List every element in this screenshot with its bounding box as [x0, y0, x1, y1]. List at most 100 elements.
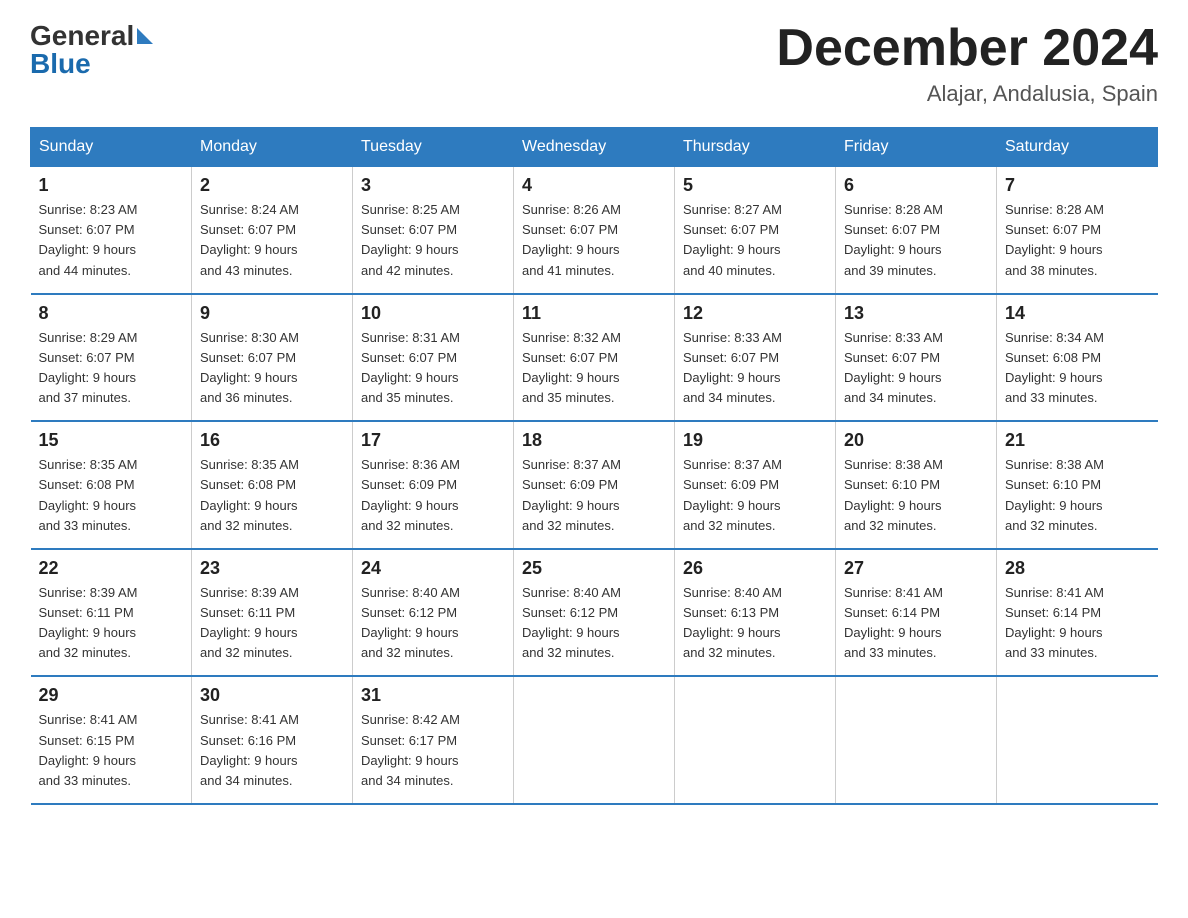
day-number: 18: [522, 430, 666, 451]
day-info: Sunrise: 8:42 AM Sunset: 6:17 PM Dayligh…: [361, 710, 505, 791]
calendar-cell: 10 Sunrise: 8:31 AM Sunset: 6:07 PM Dayl…: [353, 294, 514, 422]
day-number: 15: [39, 430, 184, 451]
day-number: 31: [361, 685, 505, 706]
calendar-cell: 25 Sunrise: 8:40 AM Sunset: 6:12 PM Dayl…: [514, 549, 675, 677]
weekday-header-sunday: Sunday: [31, 128, 192, 167]
day-number: 13: [844, 303, 988, 324]
month-title: December 2024: [776, 20, 1158, 77]
calendar-cell: 7 Sunrise: 8:28 AM Sunset: 6:07 PM Dayli…: [997, 167, 1158, 294]
calendar-cell: 18 Sunrise: 8:37 AM Sunset: 6:09 PM Dayl…: [514, 421, 675, 549]
day-info: Sunrise: 8:28 AM Sunset: 6:07 PM Dayligh…: [1005, 200, 1150, 281]
day-info: Sunrise: 8:41 AM Sunset: 6:14 PM Dayligh…: [1005, 583, 1150, 664]
day-number: 17: [361, 430, 505, 451]
calendar-cell: 9 Sunrise: 8:30 AM Sunset: 6:07 PM Dayli…: [192, 294, 353, 422]
calendar-cell: 15 Sunrise: 8:35 AM Sunset: 6:08 PM Dayl…: [31, 421, 192, 549]
day-number: 23: [200, 558, 344, 579]
day-number: 22: [39, 558, 184, 579]
day-number: 11: [522, 303, 666, 324]
calendar-cell: 1 Sunrise: 8:23 AM Sunset: 6:07 PM Dayli…: [31, 167, 192, 294]
week-row-5: 29 Sunrise: 8:41 AM Sunset: 6:15 PM Dayl…: [31, 676, 1158, 804]
day-info: Sunrise: 8:30 AM Sunset: 6:07 PM Dayligh…: [200, 328, 344, 409]
calendar-cell: 5 Sunrise: 8:27 AM Sunset: 6:07 PM Dayli…: [675, 167, 836, 294]
weekday-header-thursday: Thursday: [675, 128, 836, 167]
calendar-cell: 6 Sunrise: 8:28 AM Sunset: 6:07 PM Dayli…: [836, 167, 997, 294]
day-number: 21: [1005, 430, 1150, 451]
calendar-cell: 13 Sunrise: 8:33 AM Sunset: 6:07 PM Dayl…: [836, 294, 997, 422]
week-row-2: 8 Sunrise: 8:29 AM Sunset: 6:07 PM Dayli…: [31, 294, 1158, 422]
day-number: 2: [200, 175, 344, 196]
calendar-cell: 8 Sunrise: 8:29 AM Sunset: 6:07 PM Dayli…: [31, 294, 192, 422]
day-info: Sunrise: 8:38 AM Sunset: 6:10 PM Dayligh…: [1005, 455, 1150, 536]
weekday-header-row: SundayMondayTuesdayWednesdayThursdayFrid…: [31, 128, 1158, 167]
day-number: 4: [522, 175, 666, 196]
day-number: 16: [200, 430, 344, 451]
calendar-cell: 26 Sunrise: 8:40 AM Sunset: 6:13 PM Dayl…: [675, 549, 836, 677]
day-number: 3: [361, 175, 505, 196]
day-number: 9: [200, 303, 344, 324]
day-number: 1: [39, 175, 184, 196]
calendar-cell: [997, 676, 1158, 804]
calendar-cell: 14 Sunrise: 8:34 AM Sunset: 6:08 PM Dayl…: [997, 294, 1158, 422]
title-area: December 2024 Alajar, Andalusia, Spain: [776, 20, 1158, 107]
calendar-cell: 21 Sunrise: 8:38 AM Sunset: 6:10 PM Dayl…: [997, 421, 1158, 549]
weekday-header-saturday: Saturday: [997, 128, 1158, 167]
calendar-cell: 17 Sunrise: 8:36 AM Sunset: 6:09 PM Dayl…: [353, 421, 514, 549]
calendar-cell: 4 Sunrise: 8:26 AM Sunset: 6:07 PM Dayli…: [514, 167, 675, 294]
calendar-cell: 30 Sunrise: 8:41 AM Sunset: 6:16 PM Dayl…: [192, 676, 353, 804]
day-info: Sunrise: 8:26 AM Sunset: 6:07 PM Dayligh…: [522, 200, 666, 281]
day-number: 20: [844, 430, 988, 451]
calendar-cell: 27 Sunrise: 8:41 AM Sunset: 6:14 PM Dayl…: [836, 549, 997, 677]
day-info: Sunrise: 8:27 AM Sunset: 6:07 PM Dayligh…: [683, 200, 827, 281]
weekday-header-wednesday: Wednesday: [514, 128, 675, 167]
day-number: 27: [844, 558, 988, 579]
day-number: 8: [39, 303, 184, 324]
week-row-1: 1 Sunrise: 8:23 AM Sunset: 6:07 PM Dayli…: [31, 167, 1158, 294]
day-info: Sunrise: 8:33 AM Sunset: 6:07 PM Dayligh…: [683, 328, 827, 409]
day-info: Sunrise: 8:29 AM Sunset: 6:07 PM Dayligh…: [39, 328, 184, 409]
day-info: Sunrise: 8:38 AM Sunset: 6:10 PM Dayligh…: [844, 455, 988, 536]
day-number: 26: [683, 558, 827, 579]
day-number: 24: [361, 558, 505, 579]
calendar-cell: 22 Sunrise: 8:39 AM Sunset: 6:11 PM Dayl…: [31, 549, 192, 677]
day-number: 14: [1005, 303, 1150, 324]
day-info: Sunrise: 8:40 AM Sunset: 6:12 PM Dayligh…: [361, 583, 505, 664]
day-number: 7: [1005, 175, 1150, 196]
day-info: Sunrise: 8:37 AM Sunset: 6:09 PM Dayligh…: [522, 455, 666, 536]
day-info: Sunrise: 8:35 AM Sunset: 6:08 PM Dayligh…: [39, 455, 184, 536]
weekday-header-monday: Monday: [192, 128, 353, 167]
day-info: Sunrise: 8:28 AM Sunset: 6:07 PM Dayligh…: [844, 200, 988, 281]
calendar-cell: 12 Sunrise: 8:33 AM Sunset: 6:07 PM Dayl…: [675, 294, 836, 422]
day-info: Sunrise: 8:41 AM Sunset: 6:14 PM Dayligh…: [844, 583, 988, 664]
day-info: Sunrise: 8:41 AM Sunset: 6:16 PM Dayligh…: [200, 710, 344, 791]
week-row-4: 22 Sunrise: 8:39 AM Sunset: 6:11 PM Dayl…: [31, 549, 1158, 677]
calendar-cell: 19 Sunrise: 8:37 AM Sunset: 6:09 PM Dayl…: [675, 421, 836, 549]
weekday-header-tuesday: Tuesday: [353, 128, 514, 167]
day-info: Sunrise: 8:36 AM Sunset: 6:09 PM Dayligh…: [361, 455, 505, 536]
day-number: 19: [683, 430, 827, 451]
logo: General Blue: [30, 20, 153, 80]
calendar-cell: 29 Sunrise: 8:41 AM Sunset: 6:15 PM Dayl…: [31, 676, 192, 804]
weekday-header-friday: Friday: [836, 128, 997, 167]
day-info: Sunrise: 8:23 AM Sunset: 6:07 PM Dayligh…: [39, 200, 184, 281]
day-info: Sunrise: 8:32 AM Sunset: 6:07 PM Dayligh…: [522, 328, 666, 409]
day-info: Sunrise: 8:40 AM Sunset: 6:12 PM Dayligh…: [522, 583, 666, 664]
day-number: 30: [200, 685, 344, 706]
calendar-cell: 16 Sunrise: 8:35 AM Sunset: 6:08 PM Dayl…: [192, 421, 353, 549]
day-info: Sunrise: 8:24 AM Sunset: 6:07 PM Dayligh…: [200, 200, 344, 281]
calendar-cell: 23 Sunrise: 8:39 AM Sunset: 6:11 PM Dayl…: [192, 549, 353, 677]
calendar-cell: [514, 676, 675, 804]
day-number: 12: [683, 303, 827, 324]
day-info: Sunrise: 8:39 AM Sunset: 6:11 PM Dayligh…: [39, 583, 184, 664]
calendar-cell: 2 Sunrise: 8:24 AM Sunset: 6:07 PM Dayli…: [192, 167, 353, 294]
day-info: Sunrise: 8:40 AM Sunset: 6:13 PM Dayligh…: [683, 583, 827, 664]
calendar-cell: 3 Sunrise: 8:25 AM Sunset: 6:07 PM Dayli…: [353, 167, 514, 294]
day-info: Sunrise: 8:33 AM Sunset: 6:07 PM Dayligh…: [844, 328, 988, 409]
calendar-cell: 28 Sunrise: 8:41 AM Sunset: 6:14 PM Dayl…: [997, 549, 1158, 677]
day-number: 29: [39, 685, 184, 706]
location: Alajar, Andalusia, Spain: [776, 81, 1158, 107]
day-info: Sunrise: 8:34 AM Sunset: 6:08 PM Dayligh…: [1005, 328, 1150, 409]
day-number: 10: [361, 303, 505, 324]
day-info: Sunrise: 8:41 AM Sunset: 6:15 PM Dayligh…: [39, 710, 184, 791]
day-info: Sunrise: 8:39 AM Sunset: 6:11 PM Dayligh…: [200, 583, 344, 664]
calendar-cell: 31 Sunrise: 8:42 AM Sunset: 6:17 PM Dayl…: [353, 676, 514, 804]
